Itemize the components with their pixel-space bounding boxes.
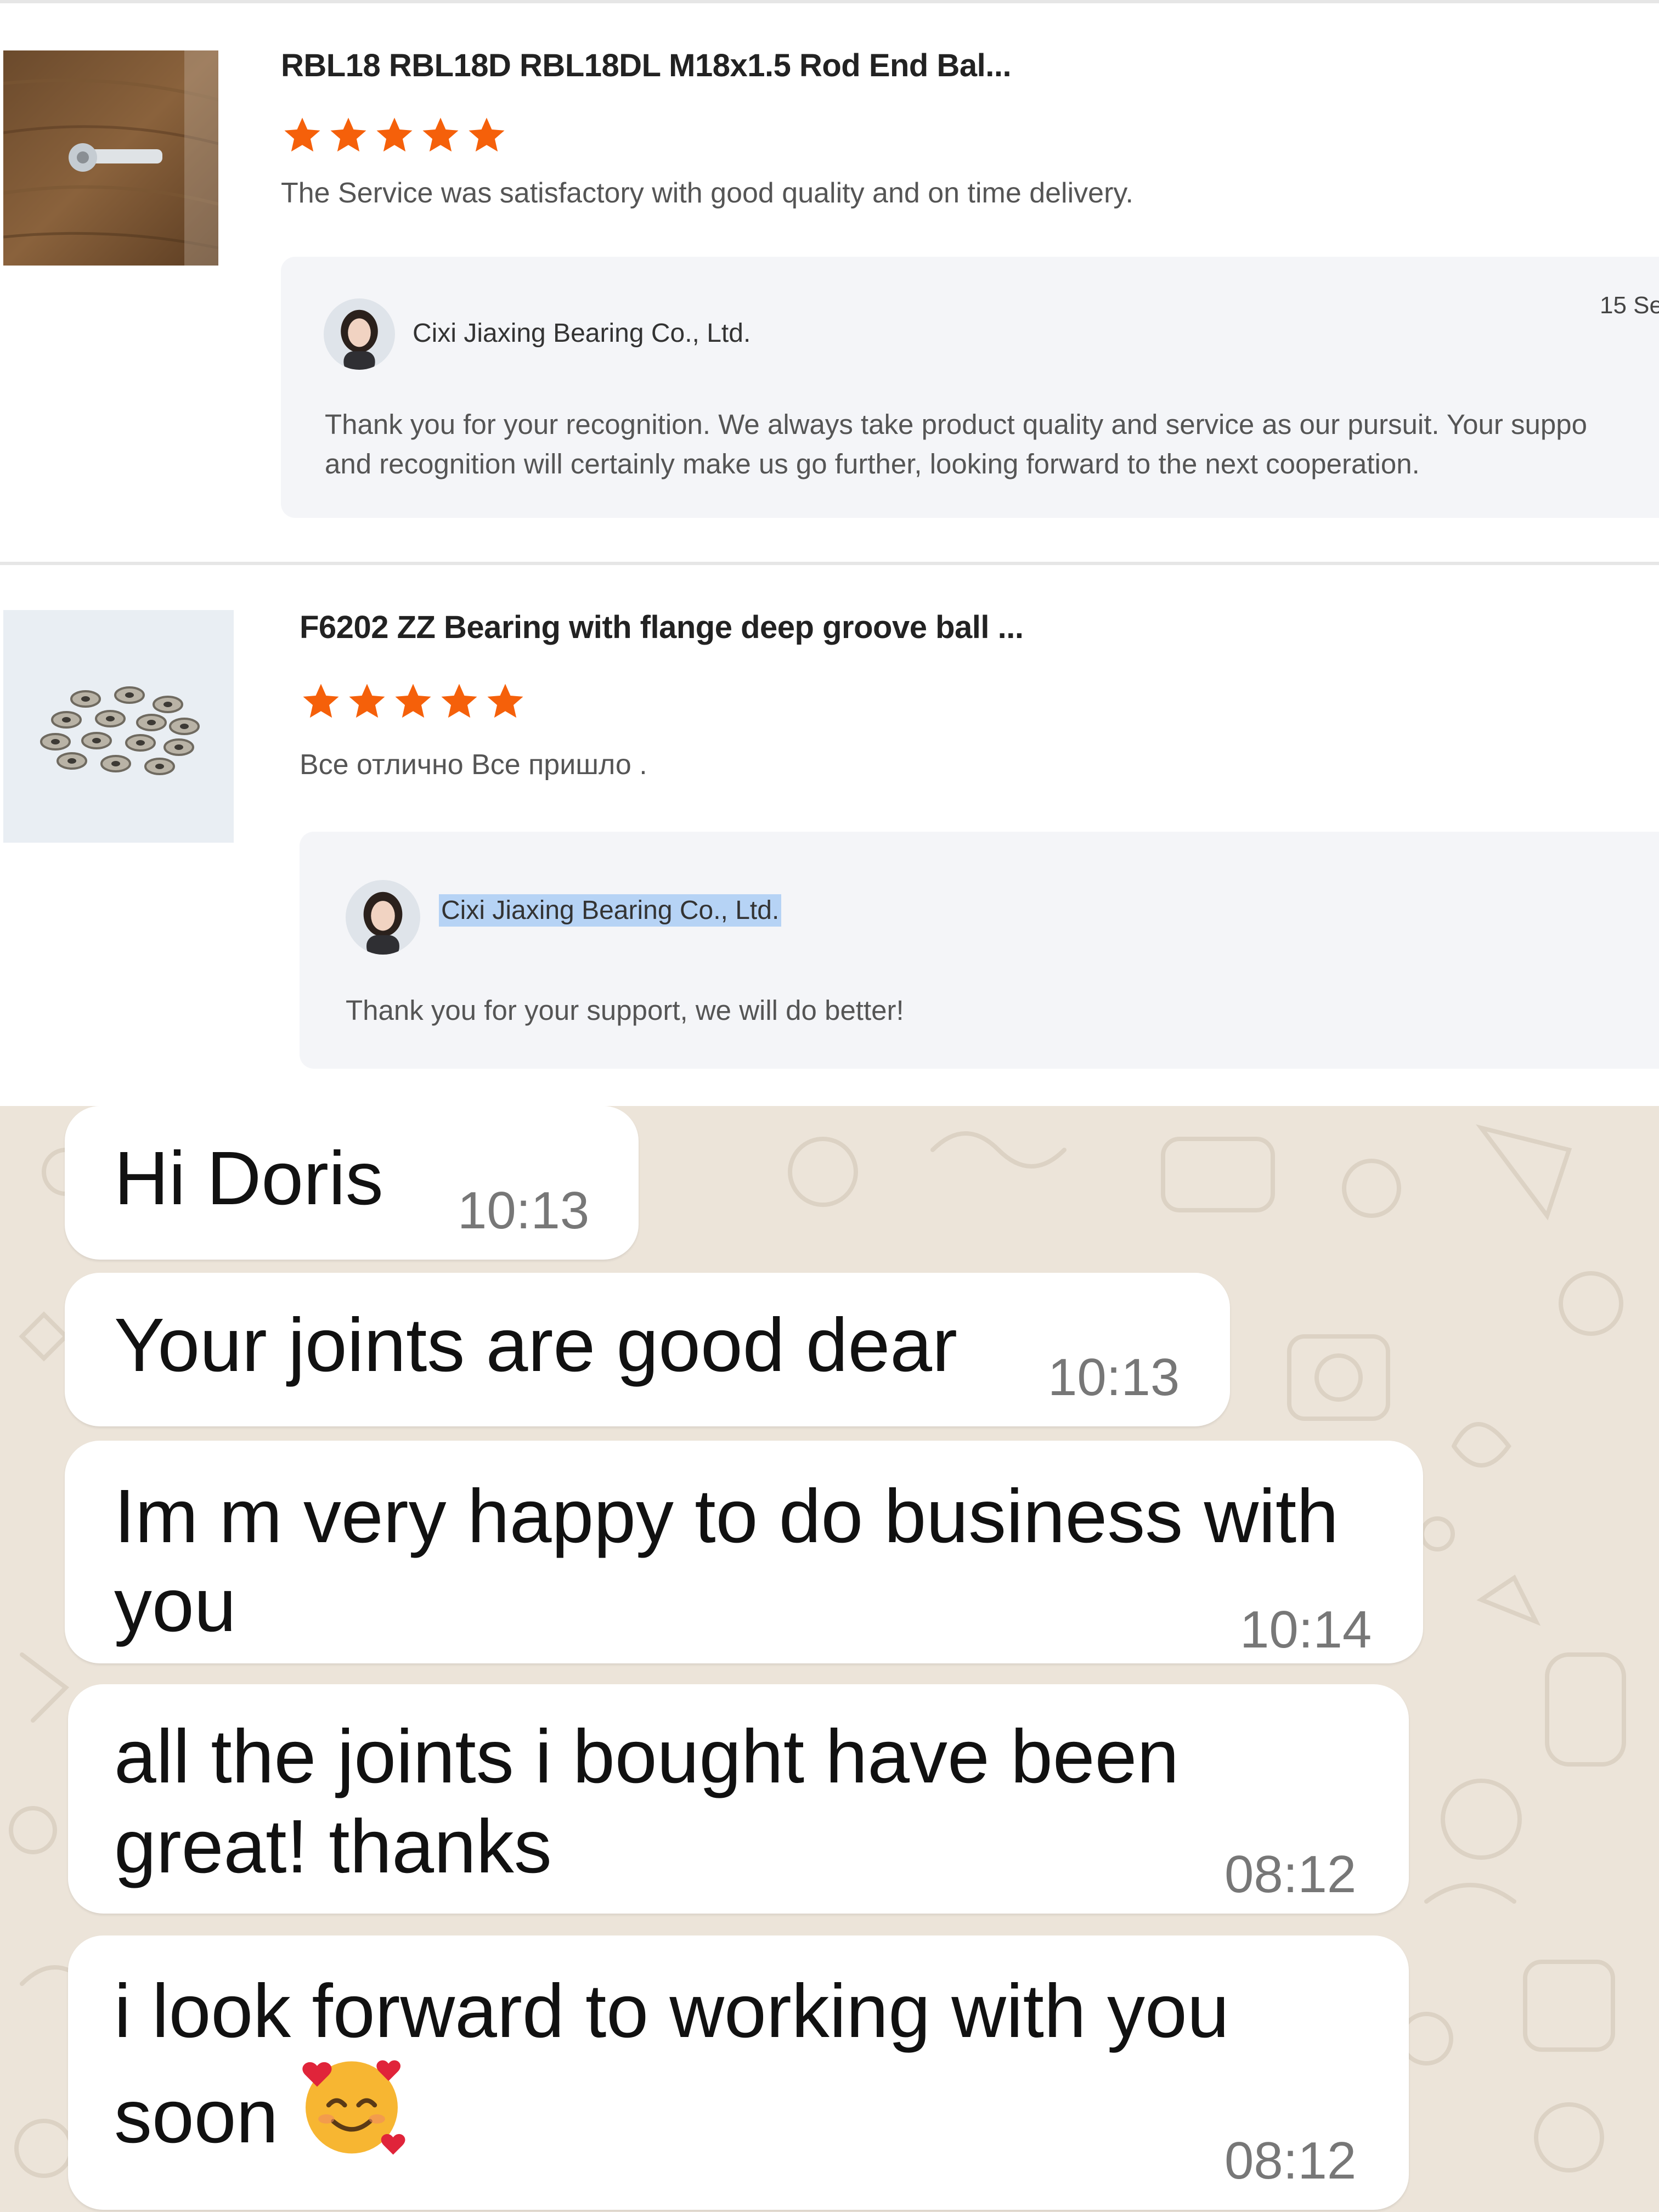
reply-text-line-1: Thank you for your recognition. We alway… [325, 409, 1588, 440]
product-title[interactable]: RBL18 RBL18D RBL18DL M18x1.5 Rod End Bal… [281, 47, 1012, 84]
message-bubble[interactable]: Your joints are good dear 10:13 [65, 1273, 1230, 1426]
review-text: Все отлично Все пришло . [300, 749, 647, 781]
seller-avatar [346, 880, 420, 955]
star-icon [422, 117, 459, 152]
star-icon [284, 117, 320, 152]
star-icon [487, 684, 523, 718]
smiling-face-with-hearts-icon [302, 2060, 405, 2155]
message-text-line-2: soon [114, 2074, 279, 2159]
message-text: Your joints are good dear [114, 1303, 958, 1387]
product-thumbnail-rod-end[interactable] [3, 50, 218, 266]
divider [0, 0, 1659, 3]
reviews-section: RBL18 RBL18D RBL18DL M18x1.5 Rod End Bal… [0, 0, 1659, 1106]
star-icon [330, 117, 366, 152]
message-time: 08:12 [1224, 2131, 1357, 2190]
message-bubble[interactable]: all the joints i bought have been great!… [68, 1684, 1409, 1914]
seller-name[interactable]: Cixi Jiaxing Bearing Co., Ltd. [413, 318, 751, 348]
reply-text-line-2: and recognition will certainly make us g… [325, 448, 1420, 479]
message-text-line-2: great! thanks [114, 1804, 552, 1889]
star-icon [469, 117, 505, 152]
message-text-line-1: all the joints i bought have been [114, 1714, 1180, 1799]
seller-avatar [324, 298, 395, 370]
seller-name[interactable]: Cixi Jiaxing Bearing Co., Ltd. [439, 894, 782, 927]
message-time: 08:12 [1224, 1845, 1357, 1904]
message-bubble[interactable]: Hi Doris 10:13 [65, 1106, 639, 1260]
star-icon [395, 684, 431, 718]
message-time: 10:13 [1048, 1348, 1180, 1407]
seller-reply: Cixi Jiaxing Bearing Co., Ltd. Thank you… [300, 832, 1659, 1069]
chat-screen: Hi Doris 10:13 Your joints are good dear… [0, 1106, 1659, 2212]
message-text: Hi Doris [114, 1136, 383, 1221]
message-bubble[interactable]: i look forward to working with you soon … [68, 1936, 1409, 2210]
product-thumbnail-flange-bearing[interactable] [3, 610, 234, 843]
star-icon [303, 684, 339, 718]
star-icon [441, 684, 477, 718]
product-title[interactable]: F6202 ZZ Bearing with flange deep groove… [300, 609, 1024, 646]
star-rating [281, 114, 508, 157]
star-icon [376, 117, 413, 152]
review-text: The Service was satisfactory with good q… [281, 177, 1133, 209]
seller-reply: Cixi Jiaxing Bearing Co., Ltd. 15 Se Tha… [281, 257, 1659, 518]
message-bubble[interactable]: Im m very happy to do business with you … [65, 1441, 1423, 1663]
reply-text-line-1: Thank you for your support, we will do b… [346, 995, 904, 1026]
message-text-line-1: i look forward to working with you [114, 1969, 1229, 2053]
star-rating [300, 680, 527, 723]
divider [0, 562, 1659, 565]
message-time: 10:14 [1240, 1600, 1372, 1659]
message-time: 10:13 [458, 1181, 590, 1240]
star-icon [349, 684, 385, 718]
reply-date: 15 Se [1600, 292, 1659, 319]
message-text-line-2: you [114, 1563, 236, 1647]
message-text-line-1: Im m very happy to do business with [114, 1474, 1339, 1559]
